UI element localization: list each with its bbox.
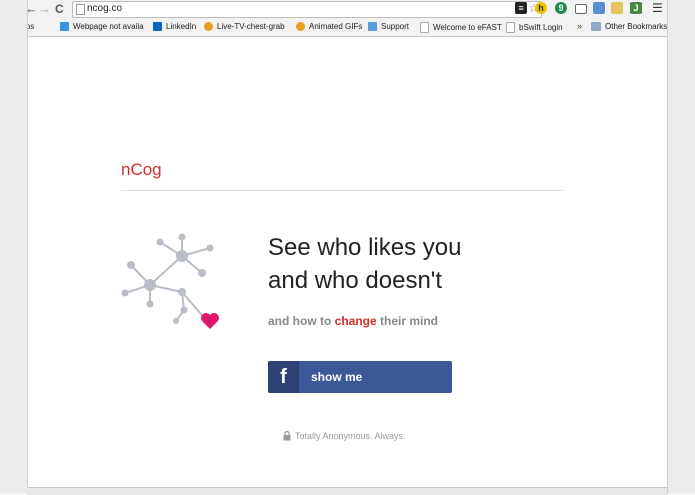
emoji-icon [296, 22, 305, 31]
browser-chrome: ← → C ncog.co ☆ ≡ h 9 J ☰ Apps Webpage n… [0, 0, 695, 37]
anonymous-note: Totally Anonymous. Always. [283, 431, 406, 441]
bookmark-webpage[interactable]: Webpage not availa [60, 22, 144, 31]
facebook-show-me-button[interactable]: f show me [268, 361, 452, 393]
right-window-edge [667, 0, 695, 494]
bookmark-support[interactable]: Support [368, 22, 409, 31]
other-bookmarks-folder[interactable]: Other Bookmarks [591, 22, 667, 31]
ncog-logo[interactable]: nCog [121, 160, 162, 180]
chrome-menu-icon[interactable]: ☰ [652, 1, 663, 15]
honey-extension-icon[interactable]: h [535, 2, 547, 14]
network-illustration [121, 233, 219, 329]
page-icon [76, 4, 85, 15]
page-subheadline: and how to change their mind [268, 314, 438, 328]
linkedin-icon [153, 22, 162, 31]
subheadline-end: their mind [376, 314, 439, 328]
bookmarks-overflow-button[interactable]: » [577, 21, 582, 31]
subheadline-highlight: change [334, 314, 377, 328]
page-headline: See who likes you and who doesn't [268, 231, 461, 297]
bookmark-efast[interactable]: Welcome to eFAST [420, 22, 502, 33]
bookmarks-bar: Apps Webpage not availa LinkedIn Live-TV… [3, 18, 667, 36]
emoji-icon [204, 22, 213, 31]
url-bar-row: ← → C ncog.co ☆ ≡ h 9 J ☰ [25, 0, 667, 18]
evernote-extension-icon[interactable]: 9 [555, 2, 567, 14]
folder-icon [591, 22, 601, 31]
green-extension-icon[interactable]: J [630, 2, 642, 14]
bookmark-linkedin[interactable]: LinkedIn [153, 22, 196, 31]
subheadline-start: and how to [268, 314, 335, 328]
support-icon [368, 22, 377, 31]
forward-button[interactable]: → [38, 1, 51, 16]
show-me-label: show me [311, 370, 363, 384]
bookmark-live-tv[interactable]: Live-TV-chest-grab [204, 22, 285, 31]
dropbox-icon [60, 22, 69, 31]
headline-line-1: See who likes you [268, 234, 462, 261]
lock-icon [283, 431, 291, 441]
address-bar[interactable]: ncog.co ☆ [72, 1, 542, 18]
headline-line-2: and who doesn't [268, 267, 443, 294]
address-text[interactable]: ncog.co [87, 3, 122, 14]
header-divider [121, 190, 563, 191]
anonymous-text: Totally Anonymous. Always. [295, 431, 406, 441]
left-window-edge [0, 0, 28, 494]
note-extension-icon[interactable] [611, 2, 623, 14]
facebook-icon: f [268, 361, 299, 393]
buffer-extension-icon[interactable]: ≡ [515, 2, 527, 14]
cast-icon[interactable] [575, 4, 587, 14]
page-icon [420, 22, 429, 33]
photo-extension-icon[interactable] [593, 2, 605, 14]
heart-icon [201, 313, 219, 329]
page-icon [506, 22, 515, 33]
bookmark-bswift[interactable]: bSwift Login [506, 22, 563, 33]
reload-button[interactable]: C [55, 2, 64, 16]
bookmark-animated-gifs[interactable]: Animated GIFs [296, 22, 362, 31]
